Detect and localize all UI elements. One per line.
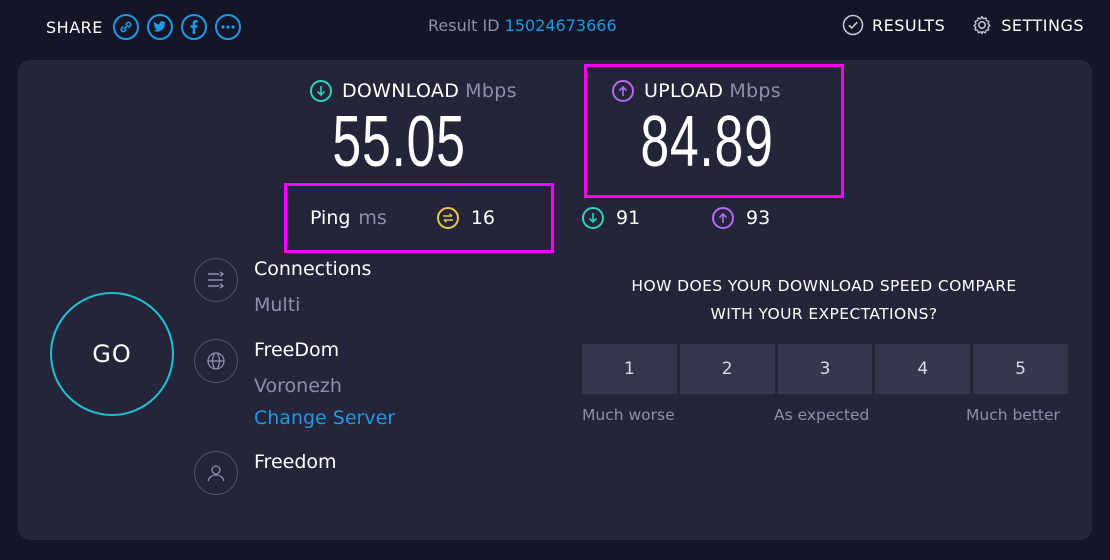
download-metric: DOWNLOAD Mbps 55.05 — [310, 80, 560, 178]
ping-idle-value: 16 — [470, 207, 496, 229]
result-id: Result ID 15024673666 — [428, 16, 617, 35]
ping-unit: ms — [358, 207, 387, 229]
change-server-link[interactable]: Change Server — [254, 407, 395, 429]
download-arrow-icon — [310, 80, 332, 102]
upload-ping-icon — [712, 207, 734, 229]
share-label: SHARE — [46, 17, 103, 37]
rating-mid-label: As expected — [774, 406, 870, 424]
twitter-icon[interactable] — [146, 14, 173, 40]
more-icon[interactable] — [214, 14, 241, 40]
result-id-link[interactable]: 15024673666 — [505, 16, 617, 35]
upload-arrow-icon — [612, 80, 634, 102]
facebook-icon[interactable] — [180, 14, 207, 40]
rating-high-label: Much better — [966, 406, 1060, 424]
connections-title: Connections — [254, 258, 372, 280]
ping-upload-row: 93 — [712, 207, 770, 229]
user-icon — [194, 451, 238, 495]
provider-row: Freedom — [194, 451, 337, 495]
rating-option-5[interactable]: 5 — [973, 344, 1068, 394]
upload-value: 84.89 — [640, 102, 774, 182]
link-icon[interactable] — [112, 14, 139, 40]
rating-option-4[interactable]: 4 — [875, 344, 971, 394]
results-button[interactable]: RESULTS — [842, 14, 945, 36]
gear-icon — [973, 15, 991, 35]
ping-download-value: 91 — [616, 207, 641, 229]
connections-row: Connections Multi — [194, 258, 371, 316]
ping-icon — [436, 207, 459, 229]
rating-low-label: Much worse — [582, 406, 675, 424]
server-location: Voronezh — [254, 375, 342, 397]
survey-question: HOW DOES YOUR DOWNLOAD SPEED COMPARE WIT… — [584, 272, 1064, 328]
upload-label: UPLOAD — [644, 80, 724, 102]
upload-unit: Mbps — [729, 80, 781, 102]
settings-label: SETTINGS — [1001, 15, 1084, 35]
upload-header: UPLOAD Mbps — [612, 80, 832, 102]
results-label: RESULTS — [871, 15, 946, 35]
download-ping-icon — [582, 207, 604, 229]
check-circle-icon — [842, 14, 864, 36]
download-label: DOWNLOAD — [342, 80, 460, 102]
upload-metric: UPLOAD Mbps 84.89 — [612, 80, 832, 178]
survey-question-line1: HOW DOES YOUR DOWNLOAD SPEED COMPARE — [631, 277, 1017, 295]
share-bar: SHARE — [46, 12, 249, 42]
result-id-label: Result ID — [428, 16, 500, 35]
download-header: DOWNLOAD Mbps — [310, 80, 560, 102]
main-panel: DOWNLOAD Mbps 55.05 UPLOAD Mbps 84.89 Pi… — [18, 60, 1092, 540]
ping-upload-value: 93 — [746, 207, 771, 229]
download-unit: Mbps — [465, 80, 517, 102]
provider-name: Freedom — [254, 451, 337, 473]
go-button[interactable]: GO — [50, 292, 174, 416]
survey-question-line2: WITH YOUR EXPECTATIONS? — [710, 305, 938, 323]
top-nav: RESULTS SETTINGS — [842, 14, 1084, 36]
server-row: FreeDom Voronezh Change Server — [194, 339, 395, 429]
rating-option-3[interactable]: 3 — [777, 344, 873, 394]
download-value: 55.05 — [332, 102, 466, 182]
ping-label: Ping — [310, 207, 351, 229]
connections-icon[interactable] — [194, 258, 238, 302]
server-name: FreeDom — [254, 339, 340, 361]
ping-download-row: 91 — [582, 207, 640, 229]
settings-button[interactable]: SETTINGS — [971, 14, 1084, 36]
ping-row: Ping ms 16 — [310, 207, 495, 229]
rating-scale: 1 2 3 4 5 — [582, 344, 1068, 394]
connections-value: Multi — [254, 294, 301, 316]
globe-icon — [194, 339, 238, 383]
rating-option-2[interactable]: 2 — [679, 344, 775, 394]
rating-option-1[interactable]: 1 — [582, 344, 677, 394]
